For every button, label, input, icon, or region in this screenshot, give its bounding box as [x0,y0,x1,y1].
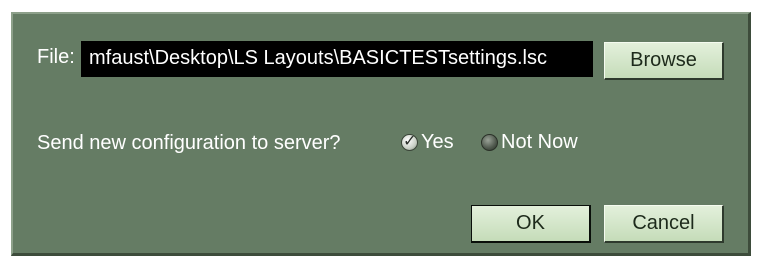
file-label: File: [37,46,75,68]
radio-yes-label: Yes [421,131,454,153]
radio-not-now[interactable]: Not Now [481,131,578,154]
config-dialog: File: mfaust\Desktop\LS Layouts\BASICTES… [11,12,751,256]
file-path-field[interactable]: mfaust\Desktop\LS Layouts\BASICTESTsetti… [81,41,593,77]
browse-button[interactable]: Browse [604,42,724,80]
checked-radio-icon: ✓ [401,131,418,151]
cancel-button[interactable]: Cancel [604,205,724,243]
dialog-frame: File: mfaust\Desktop\LS Layouts\BASICTES… [0,0,761,261]
ok-button[interactable]: OK [471,205,591,243]
radio-yes[interactable]: ✓ Yes [401,131,454,154]
check-mark-icon: ✓ [403,131,417,150]
send-config-question: Send new configuration to server? [37,132,341,154]
radio-not-now-label: Not Now [501,131,578,153]
radio-icon [481,134,498,151]
